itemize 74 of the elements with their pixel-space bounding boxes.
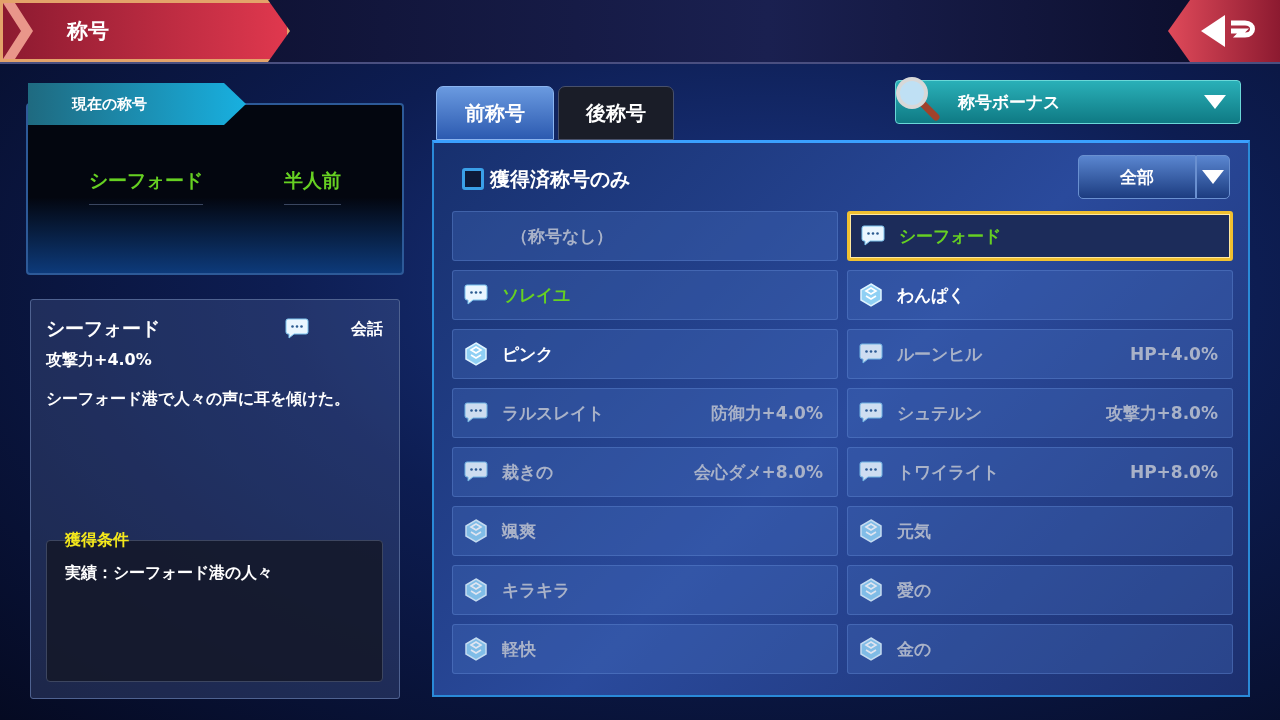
screen-title: 称号 [67, 18, 109, 45]
title-name: ソレイユ [502, 283, 571, 307]
title-name: わんぱく [897, 283, 966, 307]
badge-icon [859, 578, 883, 602]
title-type: 会話 [351, 318, 383, 340]
title-list-item[interactable]: ルーンヒル HP+4.0% [847, 329, 1233, 379]
chat-bubble-icon [859, 401, 883, 425]
condition-label: 獲得条件 [65, 530, 129, 551]
title-list-item[interactable]: 愛の [847, 565, 1233, 615]
badge-icon [859, 637, 883, 661]
title-list-item[interactable]: 軽快 [452, 624, 838, 674]
bonus-dropdown[interactable]: 称号ボーナス [895, 80, 1241, 124]
title-name: 裁きの [502, 460, 554, 484]
badge-icon [859, 283, 883, 307]
back-button[interactable] [1168, 0, 1280, 62]
title-name: 軽快 [502, 637, 537, 661]
chat-bubble-icon [464, 283, 488, 307]
chat-bubble-icon [859, 342, 883, 366]
title-list-item[interactable]: 金の [847, 624, 1233, 674]
chat-bubble-icon [285, 317, 309, 341]
title-list-item[interactable]: ソレイユ [452, 270, 838, 320]
title-name: 金の [897, 637, 932, 661]
search-icon [894, 75, 940, 121]
suffix-title: 半人前 [284, 167, 342, 205]
title-list-item[interactable]: （称号なし） [452, 211, 838, 261]
chat-bubble-icon [464, 401, 488, 425]
bonus-text: 会心ダメ+8.0% [693, 460, 823, 484]
bonus-text: HP+8.0% [1129, 462, 1218, 482]
title-list-item[interactable]: ピンク [452, 329, 838, 379]
title-name: トワイライト [897, 460, 1000, 484]
title-list-item[interactable]: シュテルン 攻撃力+8.0% [847, 388, 1233, 438]
tab[interactable]: 後称号 [558, 86, 674, 140]
title-list-item[interactable]: 裁きの 会心ダメ+8.0% [452, 447, 838, 497]
title-name: シーフォード [46, 316, 161, 341]
title-list-item[interactable]: 元気 [847, 506, 1233, 556]
title-list-item[interactable]: シーフォード [847, 211, 1233, 261]
section-title: 現在の称号 [72, 94, 147, 114]
badge-icon [464, 637, 488, 661]
badge-icon [464, 342, 488, 366]
condition-text: 実績：シーフォード港の人々 [65, 563, 273, 582]
description-text: シーフォード港で人々の声に耳を傾けた。 [46, 388, 351, 410]
title-name: シーフォード [899, 224, 1002, 248]
title-name: シュテルン [897, 401, 983, 425]
chat-bubble-icon [859, 460, 883, 484]
title-name: ルーンヒル [897, 342, 984, 366]
prefix-title: シーフォード [88, 167, 203, 205]
tab[interactable]: 前称号 [436, 86, 554, 140]
title-name: 元気 [897, 519, 932, 543]
badge-icon [464, 578, 488, 602]
dropdown-arrow-icon [1204, 95, 1226, 109]
checkbox[interactable] [462, 168, 484, 190]
title-list-item[interactable]: キラキラ [452, 565, 838, 615]
bonus-text: 防御力+4.0% [710, 401, 823, 425]
title-name: キラキラ [502, 578, 571, 602]
chat-bubble-icon [861, 224, 885, 248]
badge-icon [464, 519, 488, 543]
checkbox-label: 獲得済称号のみ [490, 165, 630, 193]
title-name: （称号なし） [511, 224, 614, 248]
title-list-item[interactable]: わんぱく [847, 270, 1233, 320]
title-list-item[interactable]: ラルスレイト 防御力+4.0% [452, 388, 838, 438]
bonus-text: 攻撃力+8.0% [1105, 401, 1218, 425]
bonus-text: HP+4.0% [1129, 344, 1218, 364]
title-list-item[interactable]: トワイライト HP+8.0% [847, 447, 1233, 497]
dropdown-arrow-icon [1202, 170, 1224, 184]
category-dropdown[interactable]: 全部 [1078, 155, 1196, 199]
title-name: 愛の [897, 578, 932, 602]
chat-bubble-icon [464, 460, 488, 484]
bonus-text: 攻撃力+4.0% [46, 350, 153, 371]
title-name: ラルスレイト [502, 401, 605, 425]
title-name: 颯爽 [502, 519, 537, 543]
title-name: ピンク [502, 342, 554, 366]
title-list-item[interactable]: 颯爽 [452, 506, 838, 556]
badge-icon [859, 519, 883, 543]
dropdown-arrow-button[interactable] [1196, 155, 1230, 199]
